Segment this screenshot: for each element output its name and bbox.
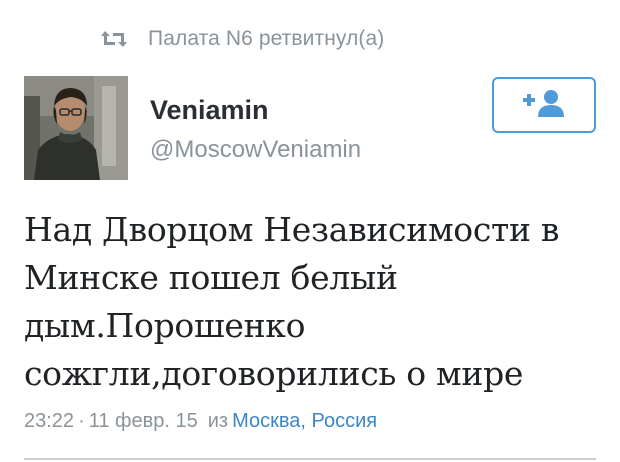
user-handle[interactable]: @MoscowVeniamin [150,136,361,164]
tweet-text: Над Дворцом Независимости в Минске пошел… [24,210,560,393]
user-name[interactable]: Veniamin [150,95,269,126]
retweet-context[interactable]: Палата N6 ретвитнул(а) [100,24,384,54]
add-user-icon [521,88,567,123]
meta-separator: · [78,410,85,432]
tweet-location-link[interactable]: Москва, Россия [232,410,377,432]
tweet-date[interactable]: 11 февр. 15 [89,410,198,432]
retweet-icon [100,28,128,50]
divider [24,458,596,460]
retweet-label: Палата N6 ретвитнул(а) [148,27,385,50]
tweet-meta: 23:22 · 11 февр. 15 из Москва, Россия [24,410,377,433]
tweet-card: Палата N6 ретвитнул(а) Veniamin @MoscowV… [0,0,620,462]
from-label: из [207,410,229,432]
follow-button[interactable] [492,77,596,133]
avatar[interactable] [24,76,128,180]
tweet-time[interactable]: 23:22 [24,410,74,432]
